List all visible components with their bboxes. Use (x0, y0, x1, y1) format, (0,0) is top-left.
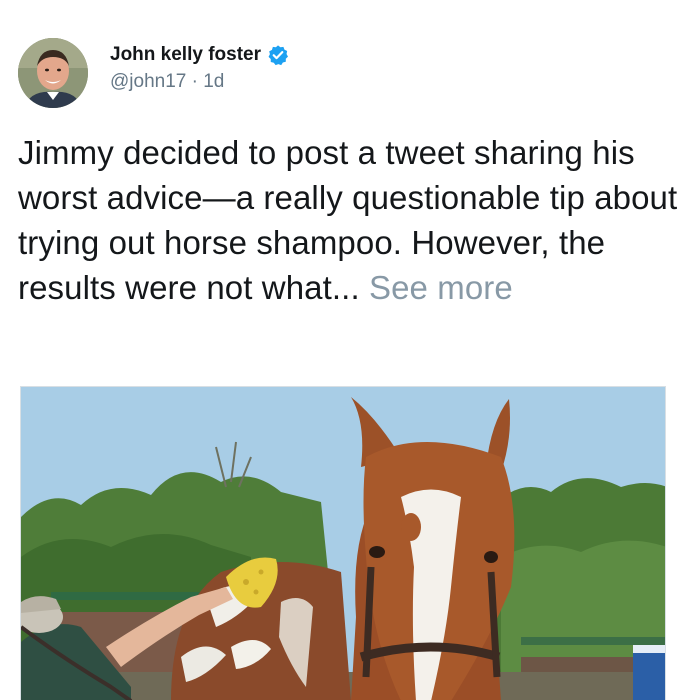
horse-photo (21, 387, 665, 700)
tweet-body: Jimmy decided to post a tweet sharing hi… (18, 134, 678, 306)
tweet-author: John kelly foster @john17 · 1d (110, 42, 289, 94)
timestamp[interactable]: 1d (203, 71, 224, 92)
display-name[interactable]: John kelly foster (110, 42, 261, 68)
tweet-text: Jimmy decided to post a tweet sharing hi… (18, 130, 686, 310)
avatar[interactable] (18, 38, 88, 108)
name-row: John kelly foster (110, 42, 289, 68)
verified-badge-icon (267, 44, 289, 66)
see-more-link[interactable]: See more (369, 269, 513, 306)
meta-separator: · (186, 71, 204, 92)
tweet-card[interactable]: John kelly foster @john17 · 1d Jimmy dec… (0, 0, 700, 700)
handle[interactable]: @john17 (110, 71, 186, 92)
tweet-media-image[interactable] (20, 386, 666, 700)
avatar-photo (18, 38, 88, 108)
tweet-meta: @john17 · 1d (110, 70, 289, 94)
